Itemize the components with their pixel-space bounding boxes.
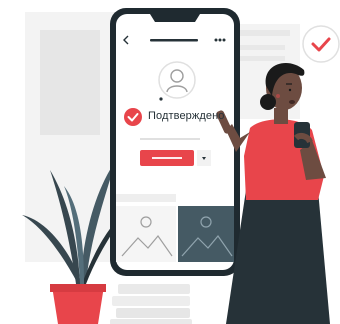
- checkmark-bubble-icon: [302, 25, 340, 63]
- illustration: [22, 8, 340, 324]
- verified-checkmark: [124, 108, 142, 126]
- dropdown-chevron-icon[interactable]: [197, 150, 211, 166]
- verified-label: Подтверждено: [148, 110, 225, 122]
- book-stack: [110, 284, 192, 324]
- more-dots-icon: [214, 38, 226, 42]
